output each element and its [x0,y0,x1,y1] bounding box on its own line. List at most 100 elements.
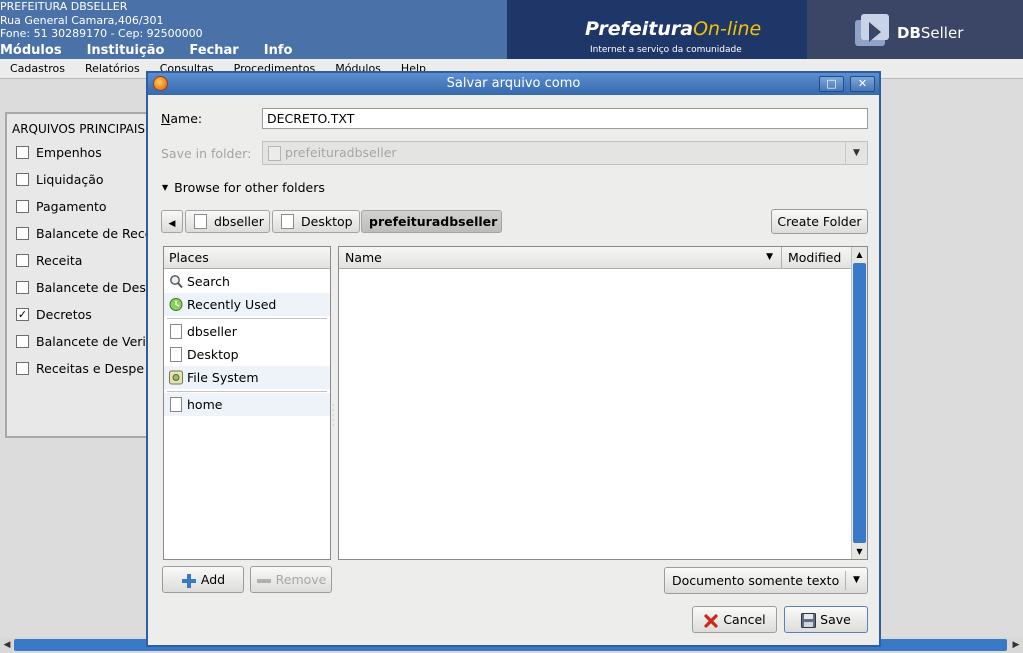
create-folder-button[interactable]: Create Folder [771,209,868,234]
close-icon: ✕ [857,77,868,90]
checkbox[interactable] [16,146,29,159]
scrollbar-thumb[interactable] [853,263,866,543]
dialog-titlebar[interactable]: Salvar arquivo como □ ✕ [148,73,879,95]
save-label: Save [820,612,851,627]
folder-icon [268,146,281,161]
checkbox[interactable] [16,254,29,267]
org-info: PREFEITURA DBSELLER Rua General Camara,4… [0,0,203,41]
path-button-prefeituradbseller[interactable]: prefeituradbseller [361,210,502,233]
filename-input[interactable]: DECRETO.TXT [262,108,868,129]
magnifier-icon [170,275,183,289]
chevron-down-icon: ▼ [845,571,867,590]
browse-folders-label: Browse for other folders [174,180,325,195]
files-vertical-scrollbar[interactable]: ▲ ▼ [851,247,867,559]
checkbox[interactable] [16,227,29,240]
file-option-receitas-despesas[interactable]: Receitas e Despe [16,361,144,376]
browse-folders-expander[interactable]: ▼ Browse for other folders [162,180,325,195]
save-in-folder-value: prefeituradbseller [285,145,397,160]
banner-title-accent: On-line [693,18,762,40]
path-back-button[interactable]: ◀ [161,210,183,233]
file-option-label: Empenhos [36,145,102,160]
close-button[interactable]: ✕ [850,76,875,92]
scroll-down-icon[interactable]: ▼ [852,544,867,559]
menu-fechar[interactable]: Fechar [189,43,238,59]
place-desktop[interactable]: Desktop [164,343,330,366]
place-home[interactable]: home [164,393,330,416]
save-in-folder-label: Save in folder: [161,146,252,161]
places-header[interactable]: Places [164,247,330,269]
place-label: Desktop [187,347,239,362]
sort-down-icon: ▼ [766,252,773,262]
path-label: Desktop [301,214,353,229]
file-option-label: Pagamento [36,199,107,214]
banner-subtitle: Internet a serviço da comunidade [590,45,742,55]
submenu-cadastros[interactable]: Cadastros [10,62,65,75]
folder-icon [170,397,182,412]
checkbox[interactable] [16,173,29,186]
clock-icon [169,298,183,311]
places-separator [167,391,327,392]
file-option-balancete-despesa[interactable]: Balancete de Des [16,280,146,295]
menu-modulos[interactable]: Módulos [0,43,62,59]
floppy-disk-icon [801,613,817,628]
menu-info[interactable]: Info [264,43,293,59]
column-header-modified[interactable]: Modified [782,247,851,269]
chevron-left-icon: ◀ [168,219,176,229]
place-label: dbseller [187,324,237,339]
chevron-down-icon: ▼ [845,142,867,164]
plus-icon [181,573,196,588]
save-file-dialog: Salvar arquivo como □ ✕ Name: DECRETO.TX… [146,71,881,647]
add-button[interactable]: Add [162,566,244,593]
place-label: home [187,397,223,412]
file-type-filter-value: Documento somente texto [672,573,840,588]
banner: PrefeituraOn-line Internet a serviço da … [507,0,1023,59]
files-panel: ARQUIVOS PRINCIPAIS Empenhos Liquidação … [5,112,152,438]
checkbox[interactable] [16,281,29,294]
dbseller-logo-icon [855,14,889,46]
file-option-pagamento[interactable]: Pagamento [16,199,107,214]
logo-bold: DB [897,24,921,42]
path-button-desktop[interactable]: Desktop [272,210,360,233]
remove-label: Remove [275,572,327,587]
banner-title-main: Prefeitura [585,18,694,40]
main-menu: Módulos Instituição Fechar Info [0,43,317,59]
file-option-empenhos[interactable]: Empenhos [16,145,102,160]
minus-icon [256,578,271,583]
maximize-icon: □ [826,77,837,90]
org-address: Rua General Camara,406/301 [0,13,164,27]
org-name: PREFEITURA DBSELLER [0,0,128,13]
place-search[interactable]: Search [164,270,330,293]
file-option-label: Balancete de Rece [36,226,153,241]
file-option-label: Receita [36,253,83,268]
menu-instituicao[interactable]: Instituição [87,43,165,59]
checkbox[interactable] [16,335,29,348]
file-option-receita[interactable]: Receita [16,253,82,268]
file-option-decretos[interactable]: ✓ Decretos [16,307,92,322]
file-option-liquidacao[interactable]: Liquidação [16,172,104,187]
add-label: Add [200,572,226,587]
maximize-button[interactable]: □ [819,76,844,92]
places-pane: Places Search Recently Used dbseller Des… [163,246,331,560]
path-button-dbseller[interactable]: dbseller [185,210,270,233]
place-file-system[interactable]: File System [164,366,330,389]
scroll-right-icon[interactable]: ▶ [1009,637,1023,653]
checkbox[interactable] [16,200,29,213]
place-recently-used[interactable]: Recently Used [164,293,330,316]
pane-splitter-handle[interactable]: · · · · · [332,402,336,433]
save-button[interactable]: Save [784,606,868,633]
place-dbseller[interactable]: dbseller [164,320,330,343]
scroll-up-icon[interactable]: ▲ [852,247,867,262]
file-option-balancete-verificacao[interactable]: Balancete de Veri [16,334,146,349]
cancel-label: Cancel [723,612,766,627]
submenu-relatorios[interactable]: Relatórios [85,62,140,75]
file-type-filter-select[interactable]: Documento somente texto ▼ [664,567,868,594]
checkbox[interactable] [16,362,29,375]
scroll-left-icon[interactable]: ◀ [0,637,14,653]
cancel-button[interactable]: Cancel [692,606,777,633]
org-contact: Fone: 51 30289170 - Cep: 92500000 [0,27,203,40]
column-header-name[interactable]: Name ▼ [339,247,782,269]
file-option-label: Liquidação [36,172,104,187]
path-label: prefeituradbseller [369,214,498,229]
checkbox-checked[interactable]: ✓ [16,308,29,321]
file-option-balancete-receita[interactable]: Balancete de Rece [16,226,152,241]
